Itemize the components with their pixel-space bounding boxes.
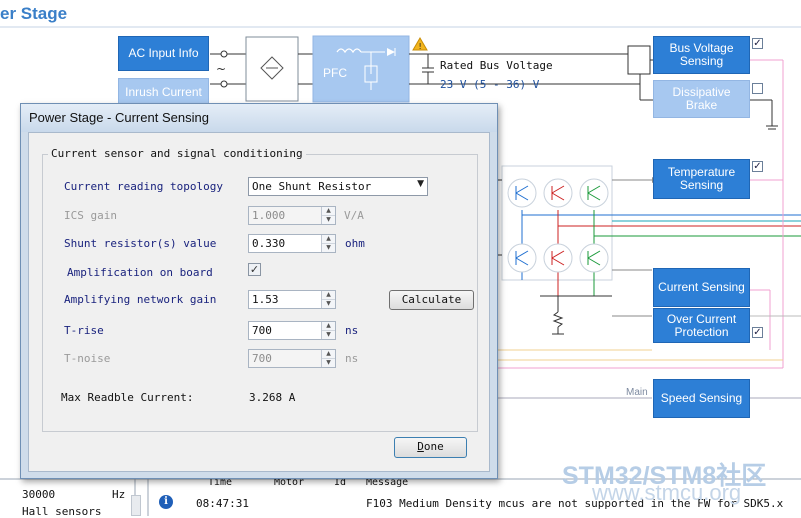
dialog-titlebar[interactable]: Power Stage - Current Sensing <box>21 104 497 132</box>
inrush-current-block[interactable]: Inrush Current <box>118 78 209 104</box>
t-noise-spin-arrows[interactable]: ▲ ▼ <box>321 350 335 367</box>
pfc-schematic-icon <box>336 48 396 90</box>
watermark-url: www.stmcu.org <box>592 480 742 505</box>
log-row-time: 08:47:31 <box>196 497 249 510</box>
dissipative-brake-block[interactable]: Dissipative Brake <box>653 80 750 118</box>
svg-text:~: ~ <box>216 62 226 76</box>
page-title: er Stage <box>0 4 68 23</box>
t-rise-spin-arrows[interactable]: ▲ ▼ <box>321 322 335 339</box>
topology-select-value: One Shunt Resistor <box>252 180 372 193</box>
over-current-checkbox[interactable]: ✓ <box>752 327 763 338</box>
amplification-on-board-label: Amplification on board <box>67 266 213 279</box>
shunt-resistor-label: Shunt resistor(s) value <box>64 237 217 250</box>
shunt-spin-arrows[interactable]: ▲ ▼ <box>321 235 335 252</box>
t-rise-value: 700 <box>252 324 272 337</box>
dissipative-brake-checkbox[interactable] <box>752 83 763 94</box>
calculate-button[interactable]: Calculate <box>389 290 474 310</box>
t-rise-spinbox[interactable]: 700 ▲ ▼ <box>248 321 336 340</box>
ac-input-info-block[interactable]: AC Input Info <box>118 36 209 71</box>
temperature-sensing-block[interactable]: Temperature Sensing <box>653 159 750 199</box>
max-readable-current-value: 3.268 A <box>249 391 296 404</box>
ics-gain-value: 1.000 <box>252 209 286 222</box>
bus-voltage-checkbox[interactable]: ✓ <box>752 38 763 49</box>
topology-select[interactable]: One Shunt Resistor ▼ <box>248 177 428 196</box>
over-current-protection-block[interactable]: Over Current Protection <box>653 308 750 343</box>
frequency-unit: Hz <box>112 488 126 501</box>
shunt-resistor-spinbox[interactable]: 0.330 ▲ ▼ <box>248 234 336 253</box>
frequency-value: 30000 <box>22 488 56 501</box>
topology-label: Current reading topology <box>64 180 223 193</box>
dialog-client-area: Current sensor and signal conditioning C… <box>28 132 490 472</box>
t-noise-spinbox[interactable]: 700 ▲ ▼ <box>248 349 336 368</box>
info-icon: i <box>159 495 173 509</box>
speed-sensing-block[interactable]: Speed Sensing <box>653 379 750 418</box>
t-noise-unit: ns <box>345 352 359 365</box>
svg-text:!: ! <box>419 42 422 51</box>
current-sensing-block[interactable]: Current Sensing <box>653 268 750 307</box>
amplifying-gain-label: Amplifying network gain <box>64 293 217 306</box>
group-title: Current sensor and signal conditioning <box>48 147 306 160</box>
bus-voltage-sensing-block[interactable]: Bus Voltage Sensing <box>653 36 750 74</box>
shunt-resistor-unit: ohm <box>345 237 365 250</box>
ics-gain-spin-arrows[interactable]: ▲ ▼ <box>321 207 335 224</box>
main-label: Main <box>626 387 648 398</box>
amplification-on-board-checkbox[interactable]: ✓ <box>248 263 261 276</box>
ics-gain-unit: V/A <box>344 209 364 222</box>
amp-gain-spin-arrows[interactable]: ▲ ▼ <box>321 291 335 308</box>
t-noise-value: 700 <box>252 352 272 365</box>
ics-gain-spinbox[interactable]: 1.000 ▲ ▼ <box>248 206 336 225</box>
t-rise-label: T-rise <box>64 324 104 337</box>
max-readable-current-label: Max Readble Current: <box>61 391 194 404</box>
shunt-resistor-value: 0.330 <box>252 237 286 250</box>
t-noise-label: T-noise <box>64 352 111 365</box>
t-rise-unit: ns <box>345 324 359 337</box>
ics-gain-label: ICS gain <box>64 209 117 222</box>
warning-icon: ! <box>412 37 428 51</box>
chevron-down-icon: ▼ <box>417 179 424 189</box>
bottom-scrollbar[interactable] <box>131 495 141 516</box>
rated-bus-voltage-value: 23 V (5 - 36) V <box>440 78 540 91</box>
current-sensing-dialog: Power Stage - Current Sensing Current se… <box>20 103 498 479</box>
amplifying-gain-spinbox[interactable]: 1.53 ▲ ▼ <box>248 290 336 309</box>
done-button[interactable]: Done <box>394 437 467 458</box>
temperature-checkbox[interactable]: ✓ <box>752 161 763 172</box>
rated-bus-voltage-label: Rated Bus Voltage <box>440 59 553 72</box>
hall-sensors-label: Hall sensors <box>22 505 102 518</box>
amplifying-gain-value: 1.53 <box>252 293 279 306</box>
dialog-title: Power Stage - Current Sensing <box>29 110 209 125</box>
